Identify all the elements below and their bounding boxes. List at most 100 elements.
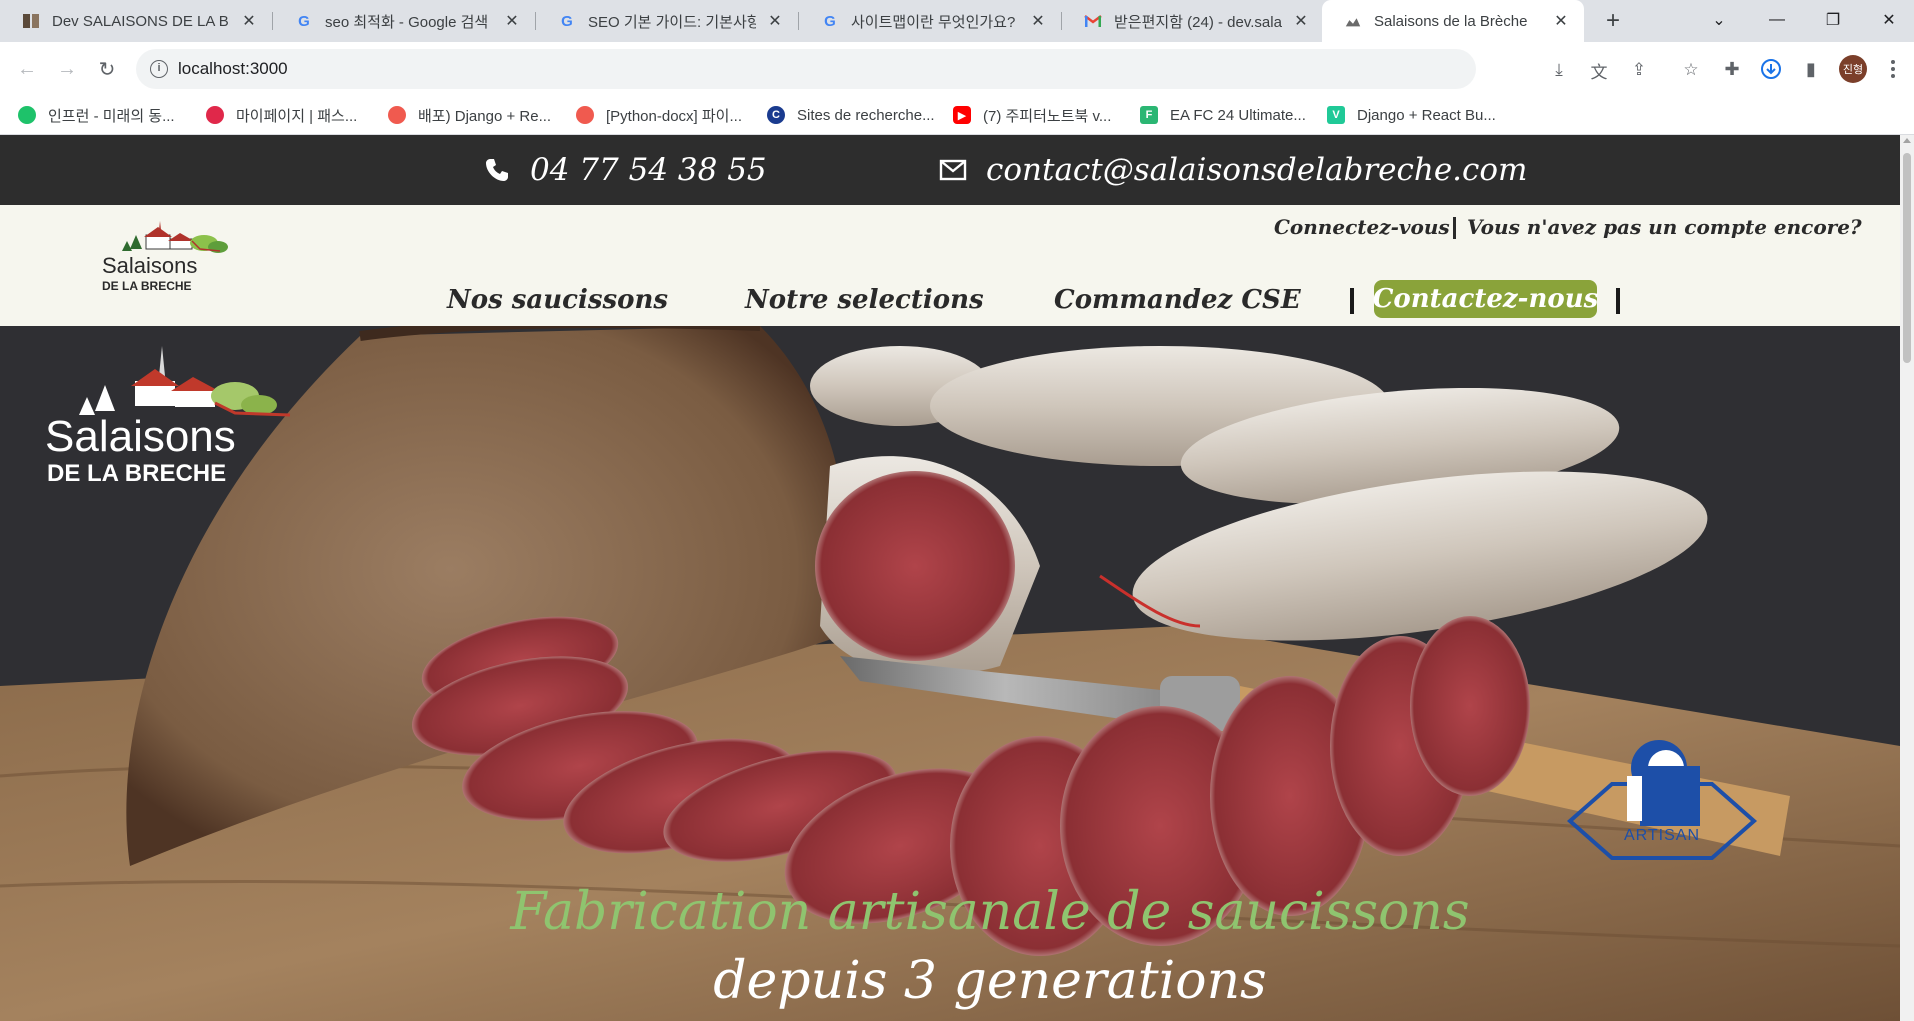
forward-icon[interactable]: → xyxy=(52,54,82,84)
browser-tab[interactable]: G 사이트맵이란 무엇인가요? ✕ xyxy=(799,0,1061,42)
hero-logo-subtitle: DE LA BRECHE xyxy=(47,460,226,487)
nav-nos-saucissons[interactable]: Nos saucissons xyxy=(447,280,668,320)
close-icon[interactable]: ✕ xyxy=(501,11,523,31)
window-close-icon[interactable]: ✕ xyxy=(1866,0,1912,40)
url-input[interactable] xyxy=(178,49,1178,89)
bookmark-label: Sites de recherche... xyxy=(797,106,935,124)
tab-search-icon[interactable]: ⌄ xyxy=(1696,0,1742,40)
avatar[interactable]: 진형 xyxy=(1839,55,1867,83)
site-header: Salaisons DE LA BRECHE Connectez-vous Vo… xyxy=(0,205,1900,326)
email-link[interactable]: contact@salaisonsdelabreche.com xyxy=(936,135,1527,205)
bookmark-item[interactable]: 인프런 - 미래의 동... xyxy=(18,104,175,126)
bookmark-label: 인프런 - 미래의 동... xyxy=(48,107,175,125)
bookmark-item[interactable]: F EA FC 24 Ultimate... xyxy=(1140,104,1306,126)
side-panel-icon[interactable]: ▮ xyxy=(1798,56,1824,82)
site-info-icon[interactable]: i xyxy=(150,60,168,78)
futbin-icon: F xyxy=(1140,106,1158,124)
close-icon[interactable]: ✕ xyxy=(764,11,786,31)
tab-title: seo 최적화 - Google 검색 xyxy=(325,13,489,31)
site-logo[interactable]: Salaisons DE LA BRECHE xyxy=(100,213,250,295)
browser-tab[interactable]: G seo 최적화 - Google 검색 ✕ xyxy=(273,0,535,42)
logo-subtitle: DE LA BRECHE xyxy=(102,279,192,293)
download-icon[interactable] xyxy=(1758,56,1784,82)
circle-c-icon: C xyxy=(767,106,785,124)
bookmark-star-icon[interactable]: ☆ xyxy=(1680,59,1702,81)
bookmarks-bar: 인프런 - 미래의 동... 마이페이지 | 패스... 배포) Django … xyxy=(0,96,1914,135)
menu-divider xyxy=(1616,288,1620,314)
close-icon[interactable]: ✕ xyxy=(1027,11,1049,31)
phone-number: 04 77 54 38 55 xyxy=(530,152,767,188)
nav-notre-selections[interactable]: Notre selections xyxy=(745,280,984,320)
reload-icon[interactable]: ↻ xyxy=(92,54,122,84)
tab-title: 받은편지함 (24) - dev.sala xyxy=(1114,13,1282,31)
bookmark-label: EA FC 24 Ultimate... xyxy=(1170,106,1306,124)
scroll-up-icon[interactable] xyxy=(1903,138,1911,143)
page-scrollbar[interactable] xyxy=(1900,135,1914,1021)
book-icon xyxy=(22,12,40,30)
bookmark-item[interactable]: 배포) Django + Re... xyxy=(388,104,551,126)
signup-link[interactable]: Vous n'avez pas un compte encore? xyxy=(1467,213,1862,241)
menu-divider xyxy=(1350,288,1354,314)
bookmark-label: 마이페이지 | 패스... xyxy=(236,107,358,125)
hero-logo: Salaisons DE LA BRECHE xyxy=(45,346,291,487)
bookmark-label: Django + React Bu... xyxy=(1357,106,1496,124)
scrollbar-thumb[interactable] xyxy=(1903,153,1911,363)
menu-kebab-icon[interactable] xyxy=(1883,55,1903,83)
install-app-icon[interactable]: ⤓ xyxy=(1548,59,1570,81)
email-address: contact@salaisonsdelabreche.com xyxy=(986,152,1528,188)
hero-logo-wordmark: Salaisons xyxy=(45,412,236,461)
restore-icon[interactable]: ❐ xyxy=(1810,0,1856,40)
logo-wordmark: Salaisons xyxy=(102,253,197,278)
gmail-icon xyxy=(1084,12,1102,30)
tab-title: SEO 기본 가이드: 기본사항 xyxy=(588,13,756,31)
bookmark-item[interactable]: [Python-docx] 파이... xyxy=(576,104,742,126)
share-icon[interactable]: ⇪ xyxy=(1628,59,1650,81)
village-illustration xyxy=(122,221,228,253)
close-icon[interactable]: ✕ xyxy=(1290,11,1312,31)
artisan-badge: ARTISAN xyxy=(1566,740,1758,860)
bookmark-label: [Python-docx] 파이... xyxy=(606,107,742,125)
address-bar[interactable]: i ⤓ 文 ⇪ ☆ xyxy=(136,49,1699,89)
new-tab-button[interactable]: + xyxy=(1598,0,1628,42)
hero-tagline: Fabrication artisanale de saucissons xyxy=(510,882,1470,942)
minimize-icon[interactable]: — xyxy=(1754,0,1800,40)
browser-tab[interactable]: 받은편지함 (24) - dev.sala ✕ xyxy=(1062,0,1324,42)
phone-icon xyxy=(480,153,514,187)
login-link[interactable]: Connectez-vous xyxy=(1274,213,1450,241)
browser-tab[interactable]: Dev SALAISONS DE LA BR ✕ xyxy=(0,0,272,42)
google-icon: G xyxy=(561,12,573,30)
account-divider xyxy=(1453,217,1456,239)
inflearn-icon xyxy=(18,106,36,124)
velog-v-icon: V xyxy=(1327,106,1345,124)
contact-topbar: 04 77 54 38 55 contact@salaisonsdelabrec… xyxy=(0,135,1900,205)
phone-link[interactable]: 04 77 54 38 55 xyxy=(480,135,767,205)
translate-icon[interactable]: 文 xyxy=(1588,59,1610,82)
extensions-icon[interactable]: ✚ xyxy=(1719,56,1745,82)
velog-icon xyxy=(388,106,406,124)
hero-banner: Salaisons DE LA BRECHE ARTISAN Fabricati… xyxy=(0,326,1900,1021)
google-icon: G xyxy=(298,12,310,30)
fastcampus-icon xyxy=(206,106,224,124)
artisan-label: ARTISAN xyxy=(1624,827,1700,844)
back-icon[interactable]: ← xyxy=(12,54,42,84)
velog-icon xyxy=(576,106,594,124)
bookmark-item[interactable]: ▶ (7) 주피터노트북 v... xyxy=(953,104,1111,126)
bookmark-item[interactable]: C Sites de recherche... xyxy=(767,104,935,126)
bookmark-item[interactable]: V Django + React Bu... xyxy=(1327,104,1496,126)
browser-tab[interactable]: G SEO 기본 가이드: 기본사항 ✕ xyxy=(536,0,798,42)
mail-icon xyxy=(936,153,970,187)
nav-commandez-cse[interactable]: Commandez CSE xyxy=(1054,280,1301,320)
page-viewport: 04 77 54 38 55 contact@salaisonsdelabrec… xyxy=(0,135,1914,1021)
bookmark-item[interactable]: 마이페이지 | 패스... xyxy=(206,104,357,126)
tab-title: 사이트맵이란 무엇인가요? xyxy=(851,13,1016,31)
browser-toolbar: ← → ↻ i ⤓ 文 ⇪ ☆ ✚ ▮ 진형 xyxy=(0,42,1914,96)
youtube-icon: ▶ xyxy=(953,106,971,124)
browser-tab-strip: Dev SALAISONS DE LA BR ✕ G seo 최적화 - Goo… xyxy=(0,0,1914,42)
contact-button[interactable]: Contactez-nous xyxy=(1373,280,1598,318)
google-icon: G xyxy=(824,12,836,30)
browser-tab-active[interactable]: Salaisons de la Brèche ✕ xyxy=(1322,0,1584,42)
hero-tagline-sub: depuis 3 generations xyxy=(713,951,1267,1011)
close-icon[interactable]: ✕ xyxy=(1550,11,1572,31)
close-icon[interactable]: ✕ xyxy=(238,11,260,31)
site-favicon xyxy=(1344,12,1362,30)
